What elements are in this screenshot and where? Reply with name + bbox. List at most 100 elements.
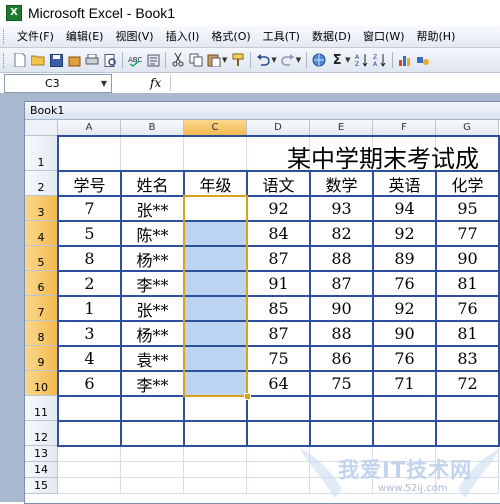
row-header-15[interactable]: 15 bbox=[25, 478, 58, 494]
sort-ascending-icon[interactable]: AZ bbox=[355, 53, 369, 67]
row-header-12[interactable]: 12 bbox=[25, 421, 58, 446]
data-cell[interactable]: 90 bbox=[373, 321, 436, 346]
data-cell[interactable]: 89 bbox=[373, 246, 436, 271]
menu-view[interactable]: 视图(V) bbox=[109, 27, 159, 46]
name-box-dropdown-icon[interactable]: ▼ bbox=[101, 79, 107, 88]
data-cell[interactable]: 5 bbox=[58, 221, 121, 246]
data-cell[interactable]: 72 bbox=[436, 371, 499, 396]
data-cell[interactable]: 88 bbox=[310, 321, 373, 346]
data-cell[interactable]: 90 bbox=[310, 296, 373, 321]
data-cell[interactable]: 71 bbox=[373, 371, 436, 396]
select-all-button[interactable] bbox=[25, 120, 58, 136]
fill-handle[interactable] bbox=[244, 393, 251, 400]
data-cell[interactable]: 87 bbox=[310, 271, 373, 296]
formula-input[interactable] bbox=[170, 75, 497, 91]
data-cell[interactable]: 83 bbox=[436, 346, 499, 371]
row-header-7[interactable]: 7 bbox=[25, 296, 58, 321]
data-cell[interactable]: 84 bbox=[247, 221, 310, 246]
permission-icon[interactable] bbox=[67, 53, 81, 67]
column-header-a[interactable]: A bbox=[58, 120, 121, 136]
save-icon[interactable] bbox=[49, 53, 63, 67]
toolbar-grip[interactable] bbox=[3, 52, 7, 68]
menu-file[interactable]: 文件(F) bbox=[11, 27, 60, 46]
data-cell[interactable]: 张** bbox=[121, 196, 184, 221]
data-cell[interactable]: 袁** bbox=[121, 346, 184, 371]
data-cell[interactable]: 87 bbox=[247, 321, 310, 346]
autosum-icon[interactable]: Σ bbox=[330, 53, 344, 68]
data-cell[interactable]: 64 bbox=[247, 371, 310, 396]
header-cell[interactable]: 姓名 bbox=[121, 171, 184, 196]
header-cell[interactable]: 数学 bbox=[310, 171, 373, 196]
data-cell[interactable]: 94 bbox=[373, 196, 436, 221]
data-cell[interactable]: 杨** bbox=[121, 321, 184, 346]
data-cell[interactable]: 李** bbox=[121, 271, 184, 296]
data-cell[interactable]: 75 bbox=[247, 346, 310, 371]
data-cell[interactable]: 76 bbox=[436, 296, 499, 321]
data-cell[interactable]: 1 bbox=[58, 296, 121, 321]
new-icon[interactable] bbox=[13, 53, 27, 67]
data-cell[interactable]: 81 bbox=[436, 271, 499, 296]
header-cell[interactable]: 学号 bbox=[58, 171, 121, 196]
data-cell[interactable]: 8 bbox=[58, 246, 121, 271]
spelling-icon[interactable]: ABC bbox=[128, 53, 142, 67]
format-painter-icon[interactable] bbox=[231, 53, 245, 67]
insert-function-button[interactable]: fx bbox=[150, 76, 161, 90]
sheet-title-cell[interactable]: 某中学期末考试成 bbox=[287, 139, 479, 174]
data-cell[interactable]: 3 bbox=[58, 321, 121, 346]
menu-edit[interactable]: 编辑(E) bbox=[60, 27, 110, 46]
data-cell[interactable]: 90 bbox=[436, 246, 499, 271]
undo-dropdown-icon[interactable]: ▼ bbox=[271, 56, 276, 64]
data-cell[interactable]: 85 bbox=[247, 296, 310, 321]
data-cell[interactable]: 86 bbox=[310, 346, 373, 371]
drawing-icon[interactable] bbox=[416, 53, 430, 67]
column-header-b[interactable]: B bbox=[121, 120, 184, 136]
research-icon[interactable] bbox=[146, 53, 160, 67]
row-header-11[interactable]: 11 bbox=[25, 396, 58, 421]
redo-icon[interactable] bbox=[281, 53, 295, 67]
data-cell[interactable]: 陈** bbox=[121, 221, 184, 246]
column-header-f[interactable]: F bbox=[373, 120, 436, 136]
header-cell[interactable]: 化学 bbox=[436, 171, 499, 196]
copy-icon[interactable] bbox=[189, 53, 203, 67]
menu-insert[interactable]: 插入(I) bbox=[160, 27, 206, 46]
row-header-8[interactable]: 8 bbox=[25, 321, 58, 346]
name-box[interactable]: C3 ▼ bbox=[4, 73, 112, 93]
column-header-g[interactable]: G bbox=[436, 120, 499, 136]
data-cell[interactable]: 张** bbox=[121, 296, 184, 321]
data-cell[interactable]: 76 bbox=[373, 271, 436, 296]
data-cell[interactable]: 92 bbox=[373, 221, 436, 246]
row-header-2[interactable]: 2 bbox=[25, 171, 58, 196]
header-cell[interactable]: 年级 bbox=[184, 171, 247, 196]
menu-window[interactable]: 窗口(W) bbox=[357, 27, 410, 46]
data-cell[interactable]: 75 bbox=[310, 371, 373, 396]
menu-help[interactable]: 帮助(H) bbox=[411, 27, 462, 46]
row-header-4[interactable]: 4 bbox=[25, 221, 58, 246]
redo-dropdown-icon[interactable]: ▼ bbox=[296, 56, 301, 64]
data-cell[interactable]: 杨** bbox=[121, 246, 184, 271]
column-header-d[interactable]: D bbox=[247, 120, 310, 136]
data-cell[interactable]: 6 bbox=[58, 371, 121, 396]
data-cell[interactable]: 95 bbox=[436, 196, 499, 221]
autosum-dropdown-icon[interactable]: ▼ bbox=[345, 56, 350, 64]
open-icon[interactable] bbox=[31, 53, 45, 67]
menu-data[interactable]: 数据(D) bbox=[306, 27, 357, 46]
paste-dropdown-icon[interactable]: ▼ bbox=[222, 56, 227, 64]
cut-icon[interactable] bbox=[171, 53, 185, 67]
menu-grip[interactable] bbox=[3, 29, 7, 44]
data-cell[interactable]: 李** bbox=[121, 371, 184, 396]
workbook-title-bar[interactable]: Book1 bbox=[25, 102, 500, 120]
data-cell[interactable]: 91 bbox=[247, 271, 310, 296]
menu-format[interactable]: 格式(O) bbox=[205, 27, 256, 46]
print-preview-icon[interactable] bbox=[103, 53, 117, 67]
menu-tools[interactable]: 工具(T) bbox=[257, 27, 306, 46]
data-cell[interactable]: 76 bbox=[373, 346, 436, 371]
header-cell[interactable]: 语文 bbox=[247, 171, 310, 196]
worksheet-grid[interactable]: A B C D E F G 1 2 3 4 5 6 7 8 9 10 11 12 13 14 15 某中学期末考试成 学号 姓名… bbox=[25, 120, 500, 503]
data-cell[interactable]: 92 bbox=[247, 196, 310, 221]
row-header-5[interactable]: 5 bbox=[25, 246, 58, 271]
data-cell[interactable]: 88 bbox=[310, 246, 373, 271]
column-header-c[interactable]: C bbox=[184, 120, 247, 136]
undo-icon[interactable] bbox=[256, 53, 271, 67]
column-header-e[interactable]: E bbox=[310, 120, 373, 136]
excel-app-icon[interactable]: X bbox=[6, 5, 22, 21]
